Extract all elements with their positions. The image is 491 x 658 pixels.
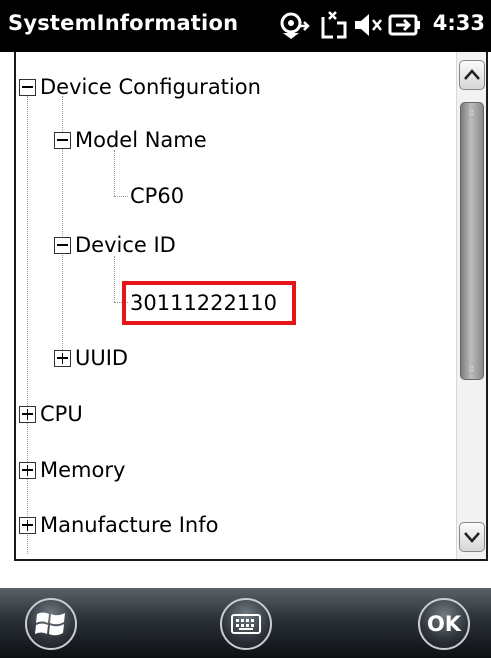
tree-node-uuid[interactable]: UUID [54, 338, 128, 378]
ok-button[interactable]: OK [418, 598, 470, 650]
scrollbar-thumb[interactable]: :: :: [460, 102, 484, 380]
collapse-icon[interactable] [19, 78, 36, 96]
tree-node-label: CPU [40, 402, 83, 426]
tree-node-label: Memory [40, 458, 126, 482]
tree-node-manufacture-info[interactable]: Manufacture Info [19, 505, 218, 545]
keyboard-icon [231, 614, 261, 634]
tree-node-device-id[interactable]: Device ID [54, 225, 176, 265]
speaker-muted-icon[interactable] [352, 8, 384, 42]
tree-connector-line [114, 196, 128, 197]
keyboard-button[interactable] [220, 598, 272, 650]
chevron-up-icon [464, 69, 480, 80]
title-bar: SystemInformation 4:33 [0, 0, 491, 52]
collapse-icon[interactable] [54, 236, 71, 254]
start-button[interactable] [25, 598, 77, 650]
tree-node-label: Device Configuration [40, 75, 261, 99]
tree-node-label: CP60 [130, 184, 185, 208]
app-title: SystemInformation [8, 11, 239, 35]
scroll-up-button[interactable] [459, 60, 485, 90]
tree-node-memory[interactable]: Memory [19, 450, 125, 490]
tree-node-label: Device ID [75, 233, 176, 257]
clock: 4:33 [432, 11, 485, 35]
tree-node-label: Manufacture Info [40, 513, 219, 537]
tree-node-model-name[interactable]: Model Name [54, 120, 207, 160]
vertical-scrollbar[interactable]: :: :: [456, 52, 486, 559]
tree-node-label: 30111222110 [130, 291, 277, 315]
no-connection-icon[interactable] [319, 8, 349, 42]
tree-node-device-id-value[interactable]: 30111222110 [130, 283, 277, 323]
collapse-icon[interactable] [54, 131, 71, 149]
bottom-bar: OK [0, 588, 491, 658]
expand-icon[interactable] [54, 349, 71, 367]
chevron-down-icon [464, 532, 480, 543]
battery-charging-icon[interactable] [387, 8, 423, 42]
tree-node-label: Model Name [75, 128, 207, 152]
roaming-signal-icon[interactable] [277, 8, 311, 42]
expand-icon[interactable] [19, 516, 36, 534]
windows-logo-icon [35, 612, 65, 636]
tree-node-model-value[interactable]: CP60 [130, 176, 184, 216]
expand-icon[interactable] [19, 461, 36, 479]
tree-node-cpu[interactable]: CPU [19, 394, 83, 434]
ok-button-label: OK [426, 612, 462, 636]
expand-icon[interactable] [19, 405, 36, 423]
tree-view[interactable]: Device Configuration Model Name CP60 Dev… [14, 52, 488, 561]
tree-node-device-configuration[interactable]: Device Configuration [19, 67, 261, 107]
tree-node-label: UUID [75, 346, 129, 370]
scroll-down-button[interactable] [459, 522, 485, 552]
